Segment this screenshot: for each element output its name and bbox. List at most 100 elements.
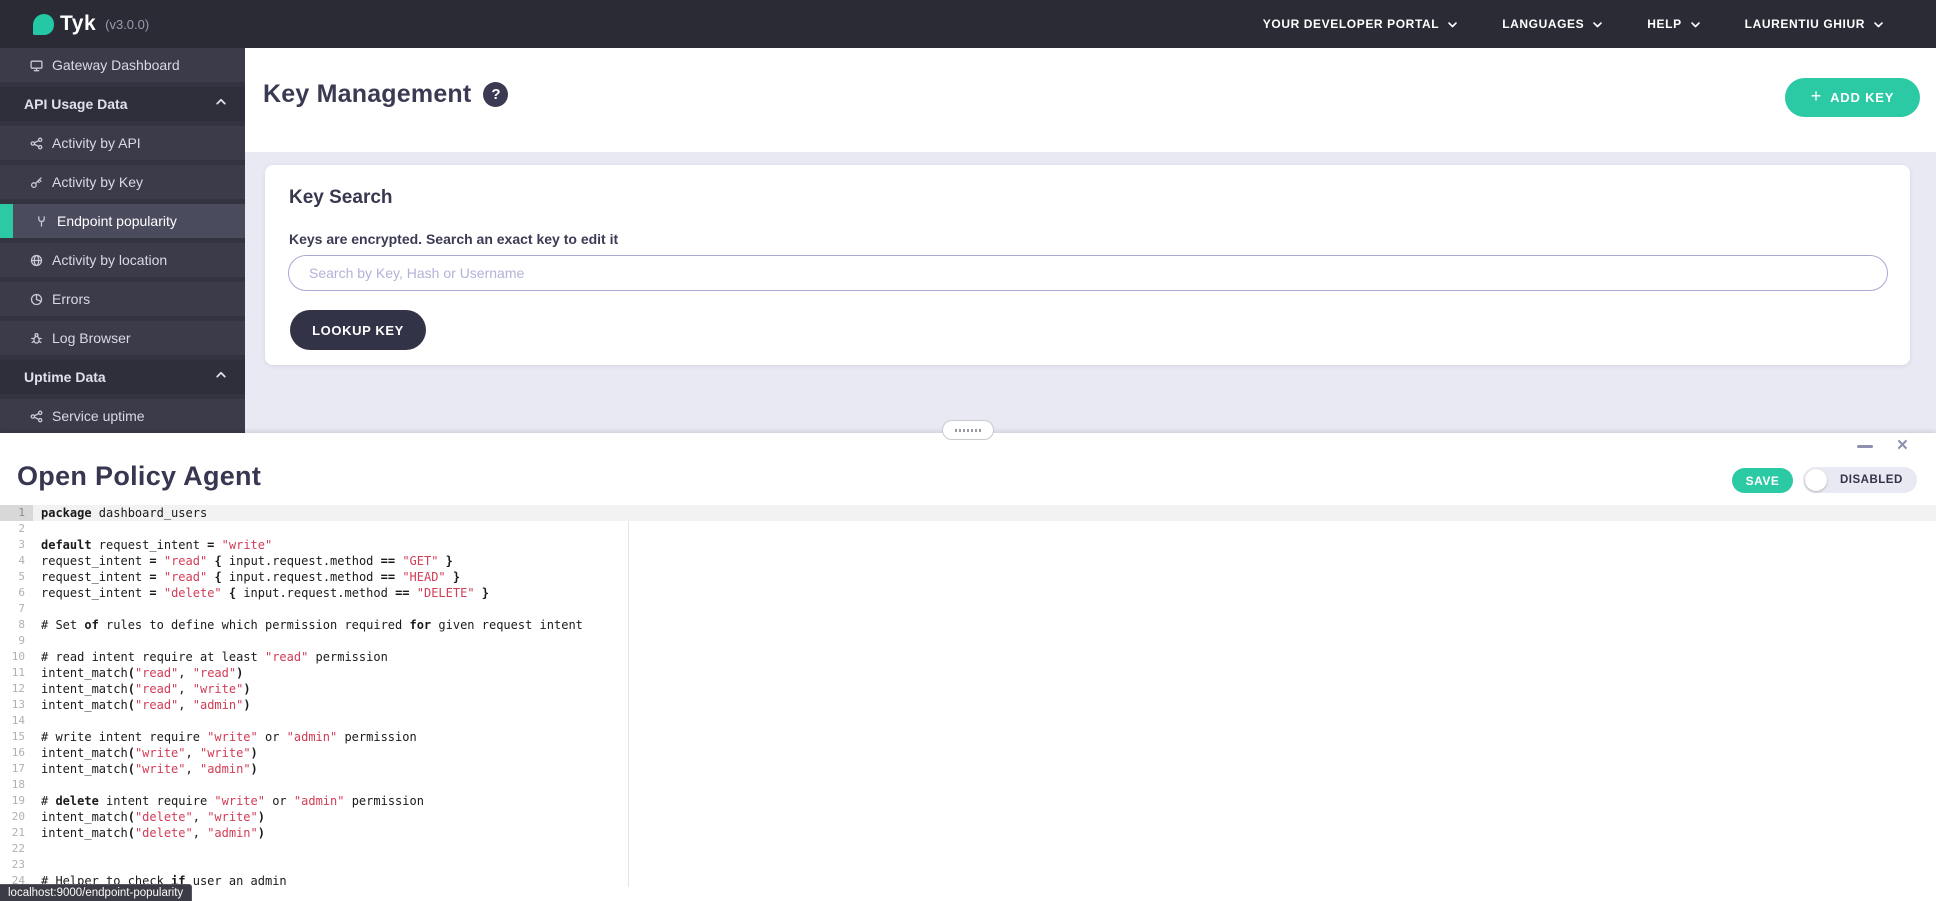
code-line[interactable]: 5request_intent = "read" { input.request…: [0, 569, 1936, 585]
minimize-icon[interactable]: [1857, 445, 1873, 448]
sidebar-item-label: Errors: [52, 291, 90, 307]
line-number: 16: [0, 745, 33, 761]
close-icon[interactable]: ×: [1897, 436, 1908, 456]
code-line-content: [33, 633, 41, 649]
code-line[interactable]: 14: [0, 713, 1936, 729]
code-line[interactable]: 20intent_match("delete", "write"): [0, 809, 1936, 825]
save-button[interactable]: SAVE: [1732, 468, 1793, 493]
sidebar-section-label: Uptime Data: [24, 369, 106, 385]
code-line-content: [33, 601, 41, 617]
sidebar-item-endpoint-popularity[interactable]: Endpoint popularity: [0, 204, 245, 238]
code-line-content: [33, 777, 41, 793]
sidebar-section-api-usage-data[interactable]: API Usage Data: [0, 87, 245, 121]
sidebar-item-label: Activity by Key: [52, 174, 143, 190]
line-number: 13: [0, 697, 33, 713]
chevron-down-icon: [1690, 19, 1701, 30]
sidebar-item-errors[interactable]: Errors: [0, 282, 245, 316]
toggle-label: DISABLED: [1840, 474, 1903, 486]
top-navbar: Tyk (v3.0.0) YOUR DEVELOPER PORTAL LANGUA…: [0, 0, 1936, 48]
code-line[interactable]: 3default request_intent = "write": [0, 537, 1936, 553]
sidebar-item-activity-by-key[interactable]: Activity by Key: [0, 165, 245, 199]
code-line[interactable]: 4request_intent = "read" { input.request…: [0, 553, 1936, 569]
code-line[interactable]: 17intent_match("write", "admin"): [0, 761, 1936, 777]
code-line[interactable]: 15# write intent require "write" or "adm…: [0, 729, 1936, 745]
line-number: 12: [0, 681, 33, 697]
code-line[interactable]: 10# read intent require at least "read" …: [0, 649, 1936, 665]
code-line[interactable]: 9: [0, 633, 1936, 649]
code-line-content: package dashboard_users: [33, 505, 207, 521]
line-number: 7: [0, 601, 33, 617]
nav-item-help[interactable]: HELP: [1647, 17, 1700, 31]
code-line[interactable]: 24# Helper to check if user an admin: [0, 873, 1936, 889]
help-icon[interactable]: ?: [483, 82, 508, 107]
nav-item-laurentiu-ghiur[interactable]: LAURENTIU GHIUR: [1745, 17, 1884, 31]
code-line-content: request_intent = "read" { input.request.…: [33, 553, 453, 569]
nav-item-label: LAURENTIU GHIUR: [1745, 17, 1865, 31]
line-number: 4: [0, 553, 33, 569]
line-number: 11: [0, 665, 33, 681]
line-number: 20: [0, 809, 33, 825]
sidebar-item-label: Activity by API: [52, 135, 141, 151]
key-search-title: Key Search: [289, 187, 393, 209]
code-line-content: request_intent = "delete" { input.reques…: [33, 585, 489, 601]
key-icon: [30, 176, 43, 189]
line-number: 23: [0, 857, 33, 873]
code-line[interactable]: 2: [0, 521, 1936, 537]
sidebar-item-label: Endpoint popularity: [57, 213, 177, 229]
chevron-down-icon: [1447, 19, 1458, 30]
code-line[interactable]: 1package dashboard_users: [0, 505, 1936, 521]
code-line[interactable]: 6request_intent = "delete" { input.reque…: [0, 585, 1936, 601]
panel-drag-handle[interactable]: [942, 420, 994, 440]
sidebar-item-activity-by-api[interactable]: Activity by API: [0, 126, 245, 160]
code-line[interactable]: 7: [0, 601, 1936, 617]
globe-icon: [30, 254, 43, 267]
sidebar-item-service-uptime[interactable]: Service uptime: [0, 399, 245, 433]
nav-item-languages[interactable]: LANGUAGES: [1502, 17, 1603, 31]
sidebar-item-activity-by-location[interactable]: Activity by location: [0, 243, 245, 277]
code-line[interactable]: 12intent_match("read", "write"): [0, 681, 1936, 697]
code-line[interactable]: 16intent_match("write", "write"): [0, 745, 1936, 761]
code-line-content: [33, 713, 41, 729]
line-number: 9: [0, 633, 33, 649]
lookup-key-button[interactable]: LOOKUP KEY: [290, 310, 426, 350]
line-number: 21: [0, 825, 33, 841]
sidebar-section-label: API Usage Data: [24, 96, 127, 112]
code-line[interactable]: 21intent_match("delete", "admin"): [0, 825, 1936, 841]
opa-panel: × Open Policy Agent SAVE DISABLED 1packa…: [0, 433, 1936, 901]
code-line[interactable]: 11intent_match("read", "read"): [0, 665, 1936, 681]
nav-item-label: YOUR DEVELOPER PORTAL: [1263, 17, 1439, 31]
sidebar-item-label: Service uptime: [52, 408, 145, 424]
line-number: 15: [0, 729, 33, 745]
code-line[interactable]: 13intent_match("read", "admin"): [0, 697, 1936, 713]
nav-item-your-developer-portal[interactable]: YOUR DEVELOPER PORTAL: [1263, 17, 1458, 31]
add-key-button[interactable]: + ADD KEY: [1785, 78, 1920, 117]
pie-icon: [30, 293, 43, 306]
code-line[interactable]: 8# Set of rules to define which permissi…: [0, 617, 1936, 633]
line-number: 18: [0, 777, 33, 793]
tyk-logo[interactable]: Tyk (v3.0.0): [33, 12, 149, 36]
sidebar-item-label: Gateway Dashboard: [52, 57, 180, 73]
key-search-description: Keys are encrypted. Search an exact key …: [289, 231, 618, 247]
nodes-icon: [30, 137, 43, 150]
line-number: 8: [0, 617, 33, 633]
sidebar-item-log-browser[interactable]: Log Browser: [0, 321, 245, 355]
branch-icon: [35, 215, 48, 228]
code-line[interactable]: 22: [0, 841, 1936, 857]
code-line-content: request_intent = "read" { input.request.…: [33, 569, 460, 585]
code-line[interactable]: 18: [0, 777, 1936, 793]
sidebar-section-uptime-data[interactable]: Uptime Data: [0, 360, 245, 394]
monitor-icon: [30, 59, 43, 72]
line-number: 6: [0, 585, 33, 601]
sidebar-item-gateway-dashboard[interactable]: Gateway Dashboard: [0, 48, 245, 82]
code-line[interactable]: 23: [0, 857, 1936, 873]
tyk-leaf-icon: [33, 14, 54, 35]
bug-icon: [30, 332, 43, 345]
chevron-down-icon: [1592, 19, 1603, 30]
chevron-up-icon: [215, 369, 227, 381]
chevron-up-icon: [215, 96, 227, 108]
code-editor[interactable]: 1package dashboard_users23default reques…: [0, 505, 1936, 901]
code-line[interactable]: 19# delete intent require "write" or "ad…: [0, 793, 1936, 809]
disabled-toggle[interactable]: DISABLED: [1803, 467, 1917, 493]
content-area: Key Search Keys are encrypted. Search an…: [245, 152, 1936, 433]
key-search-input[interactable]: [288, 255, 1888, 291]
